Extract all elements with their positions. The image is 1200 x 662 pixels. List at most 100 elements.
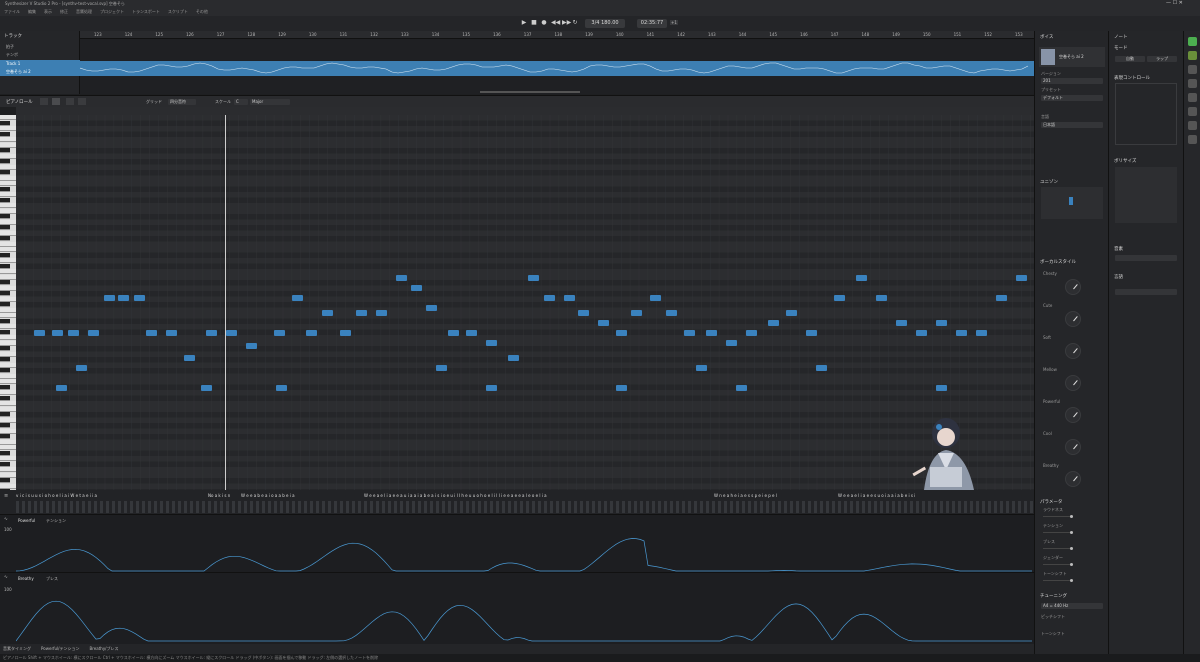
piano-key[interactable] (0, 186, 10, 192)
note[interactable] (306, 330, 317, 336)
note[interactable] (816, 365, 827, 371)
piano-key[interactable] (0, 269, 16, 274)
tuning-select[interactable]: A4 = 440 Hz (1041, 603, 1103, 609)
note[interactable] (118, 295, 129, 301)
note[interactable] (396, 275, 407, 281)
powerful-curve[interactable] (16, 525, 1034, 573)
note[interactable] (508, 355, 519, 361)
piano-key[interactable] (0, 368, 10, 373)
piano-key[interactable] (0, 197, 10, 203)
menu-item[interactable]: 表示 (44, 9, 52, 15)
note[interactable] (246, 343, 257, 349)
note[interactable] (356, 310, 367, 316)
piano-key[interactable] (0, 450, 10, 456)
piano-key[interactable] (0, 164, 16, 170)
note[interactable] (134, 295, 145, 301)
note[interactable] (616, 330, 627, 336)
piano-key[interactable] (0, 291, 10, 296)
track-lane[interactable] (80, 61, 1034, 76)
note[interactable] (88, 330, 99, 336)
play-icon[interactable]: ▶ (521, 20, 527, 26)
piano-key[interactable] (0, 412, 10, 417)
expression-pad[interactable] (1115, 83, 1177, 145)
piano-key[interactable] (0, 395, 10, 401)
piano-key[interactable] (0, 417, 16, 423)
param-slider[interactable] (1043, 531, 1073, 534)
piano-key[interactable] (0, 439, 16, 445)
note[interactable] (448, 330, 459, 336)
panel-icon[interactable] (1188, 79, 1197, 88)
piano-key[interactable] (0, 153, 16, 159)
param-slider[interactable] (1043, 563, 1073, 566)
pianoroll-ruler[interactable] (16, 107, 1034, 115)
piano-key[interactable] (0, 214, 10, 219)
piano-key[interactable] (0, 467, 16, 472)
note[interactable] (936, 320, 947, 326)
note[interactable] (786, 310, 797, 316)
piano-key[interactable] (0, 373, 16, 379)
piano-key[interactable] (0, 148, 10, 153)
piano-key[interactable] (0, 390, 16, 395)
piano-key[interactable] (0, 401, 16, 406)
note[interactable] (631, 310, 642, 316)
mode-auto-button[interactable]: 自動 (1115, 56, 1145, 62)
note-language-select[interactable] (1115, 289, 1177, 295)
piano-key[interactable] (0, 236, 10, 241)
note[interactable] (856, 275, 867, 281)
panel-icon[interactable] (1188, 121, 1197, 130)
rewind-icon[interactable]: ◀◀ (551, 20, 560, 26)
note[interactable] (201, 385, 212, 391)
piano-key[interactable] (0, 302, 10, 307)
note[interactable] (274, 330, 285, 336)
lyric-group-3[interactable]: W e e a b e a i o a a b e i a (241, 493, 356, 499)
tab-powerful[interactable]: Powerful/テンション (41, 646, 80, 652)
stop-icon[interactable]: ■ (531, 20, 537, 26)
tab-phoneme-timing[interactable]: 音素タイミング (3, 646, 31, 652)
track-row-1[interactable]: Track 1 (0, 60, 80, 68)
menu-item[interactable]: スクリプト (168, 9, 188, 15)
piano-key[interactable] (0, 159, 10, 164)
note[interactable] (578, 310, 589, 316)
piano-key[interactable] (0, 329, 10, 335)
style-knob[interactable] (1065, 375, 1081, 391)
note[interactable] (896, 320, 907, 326)
piano-key[interactable] (0, 434, 10, 439)
note[interactable] (684, 330, 695, 336)
piano-key[interactable] (0, 335, 16, 340)
note[interactable] (598, 320, 609, 326)
polysize-grid[interactable] (1115, 167, 1177, 223)
piano-key[interactable] (0, 285, 16, 291)
note[interactable] (746, 330, 757, 336)
piano-key[interactable] (0, 142, 16, 148)
note[interactable] (726, 340, 737, 346)
piano-keyboard[interactable] (0, 115, 16, 494)
note[interactable] (976, 330, 987, 336)
param-slider[interactable] (1043, 547, 1073, 550)
style-knob[interactable] (1065, 279, 1081, 295)
lyric-group-2[interactable]: No a k i s n (208, 493, 238, 499)
powerful-param-panel[interactable]: ∿ Powerful テンション 100 (0, 514, 1034, 572)
note[interactable] (876, 295, 887, 301)
scissors-tool-icon[interactable] (78, 98, 86, 105)
panel-icon[interactable] (1188, 135, 1197, 144)
piano-key[interactable] (0, 115, 16, 120)
pen-tool-icon[interactable] (52, 98, 60, 105)
note[interactable] (52, 330, 63, 336)
note[interactable] (56, 385, 67, 391)
singer-card[interactable]: 空巻そら ai 2 (1039, 47, 1105, 67)
menu-item[interactable]: プロジェクト (100, 9, 124, 15)
note[interactable] (146, 330, 157, 336)
pointer-tool-icon[interactable] (40, 98, 48, 105)
style-knob[interactable] (1065, 311, 1081, 327)
piano-key[interactable] (0, 203, 16, 208)
piano-key[interactable] (0, 406, 16, 412)
breathy-param-panel[interactable]: ∿ Breathy ブレス 100 (0, 572, 1034, 644)
lyric-group-4[interactable]: W e e a e l i a e e a u i a a i a b e a … (364, 493, 709, 499)
menu-item[interactable]: 編集 (28, 9, 36, 15)
note[interactable] (1016, 275, 1027, 281)
lyric-group-5[interactable]: W n e a h e i a e s s p e i e p e l (714, 493, 824, 499)
note[interactable] (184, 355, 195, 361)
piano-key[interactable] (0, 379, 16, 384)
panel-icon[interactable] (1188, 51, 1197, 60)
menu-item[interactable]: 修正 (60, 9, 68, 15)
